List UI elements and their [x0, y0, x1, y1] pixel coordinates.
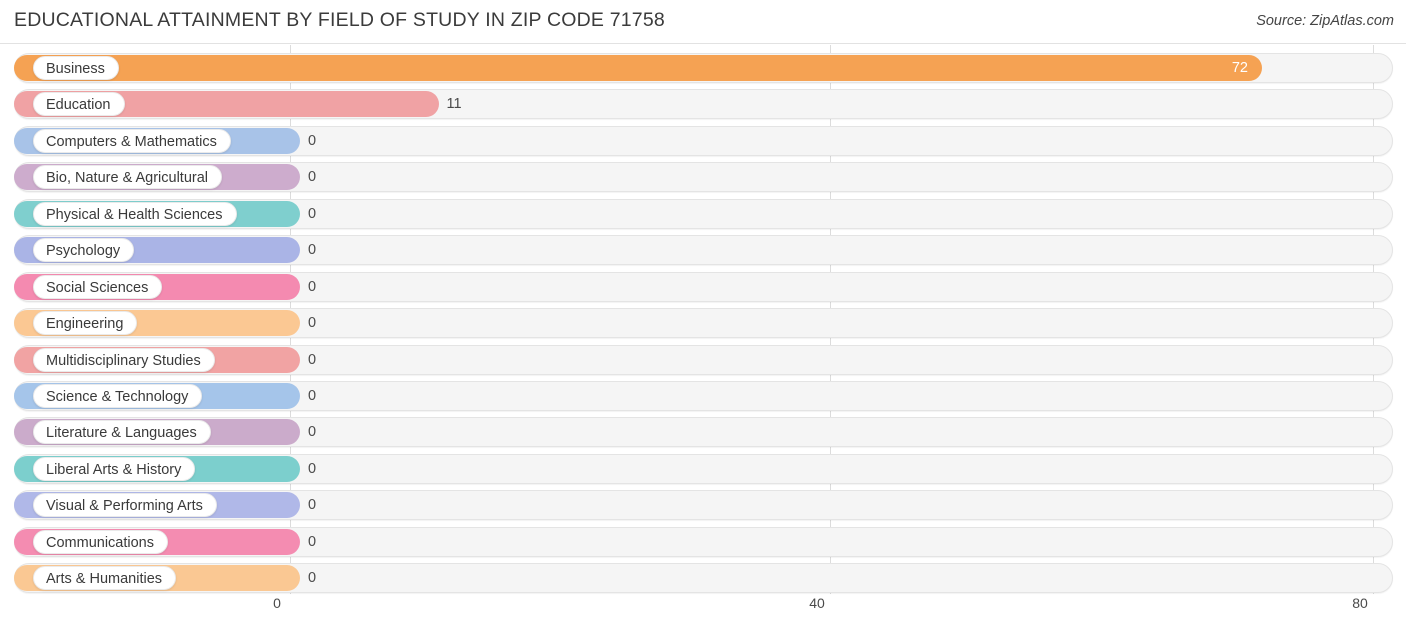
- bar-row: Visual & Performing Arts 0: [14, 490, 1393, 521]
- bar-value-label: 0: [308, 460, 317, 477]
- bar-value-label: 11: [446, 96, 462, 113]
- bar-value-label: 0: [308, 315, 317, 332]
- category-label: Social Sciences: [33, 274, 163, 299]
- bar-value-label: 0: [308, 169, 317, 186]
- bar-row: Literature & Languages 0: [14, 417, 1393, 448]
- bar-value-label: 0: [308, 497, 317, 514]
- x-axis: 0 40 80: [0, 594, 1406, 631]
- bar-row: Physical & Health Sciences 0: [14, 198, 1393, 229]
- bar-row: Engineering 0: [14, 308, 1393, 339]
- bar-value-label: 0: [308, 132, 317, 149]
- bar-row: Multidisciplinary Studies 0: [14, 344, 1393, 375]
- category-label: Engineering: [33, 311, 138, 336]
- bar-row: Psychology 0: [14, 235, 1393, 266]
- bar-row: Arts & Humanities 0: [14, 563, 1393, 594]
- category-label: Bio, Nature & Agricultural: [33, 165, 222, 190]
- chart-plot-area: Business 72 Education 11 Computers & Mathema…: [0, 45, 1406, 594]
- bar-row: Computers & Mathematics 0: [14, 125, 1393, 156]
- bar-row: Social Sciences 0: [14, 271, 1393, 302]
- bar-value-label: 0: [308, 387, 317, 404]
- bar-row: Science & Technology 0: [14, 380, 1393, 411]
- bar-value-label: 0: [308, 205, 317, 222]
- category-label: Visual & Performing Arts: [33, 493, 217, 518]
- page-title: EDUCATIONAL ATTAINMENT BY FIELD OF STUDY…: [14, 9, 665, 31]
- bar-value-label: 0: [308, 242, 317, 259]
- category-label: Physical & Health Sciences: [33, 201, 237, 226]
- bar-value-label: 72: [1231, 60, 1248, 76]
- category-label: Computers & Mathematics: [33, 128, 231, 153]
- bar-value-label: 0: [308, 570, 317, 587]
- bar-value-label: 0: [308, 278, 317, 295]
- bar-row: Business 72: [14, 53, 1393, 83]
- bar-value-label: 0: [308, 351, 317, 368]
- bar-rows: Business 72 Education 11 Computers & Mathema…: [0, 45, 1406, 594]
- source-attribution: Source: ZipAtlas.com: [1256, 13, 1394, 29]
- bar-row: Liberal Arts & History 0: [14, 453, 1393, 484]
- category-label: Psychology: [33, 238, 135, 263]
- bar-row: Bio, Nature & Agricultural 0: [14, 162, 1393, 193]
- category-label: Arts & Humanities: [33, 566, 177, 591]
- category-label: Multidisciplinary Studies: [33, 347, 215, 372]
- category-label: Business: [33, 56, 119, 80]
- x-tick-label: 40: [809, 595, 825, 611]
- bar-value-label: 0: [308, 424, 317, 441]
- bar-business[interactable]: [14, 55, 1262, 81]
- category-label: Liberal Arts & History: [33, 456, 196, 481]
- bar-row: Education 11: [14, 89, 1393, 120]
- x-tick-label: 80: [1352, 595, 1368, 611]
- x-tick-label: 0: [273, 595, 281, 611]
- category-label: Education: [33, 92, 125, 117]
- bar-value-label: 0: [308, 533, 317, 550]
- category-label: Literature & Languages: [33, 420, 211, 445]
- chart-header: EDUCATIONAL ATTAINMENT BY FIELD OF STUDY…: [0, 0, 1406, 44]
- category-label: Communications: [33, 529, 168, 554]
- category-label: Science & Technology: [33, 383, 203, 408]
- bar-row: Communications 0: [14, 526, 1393, 557]
